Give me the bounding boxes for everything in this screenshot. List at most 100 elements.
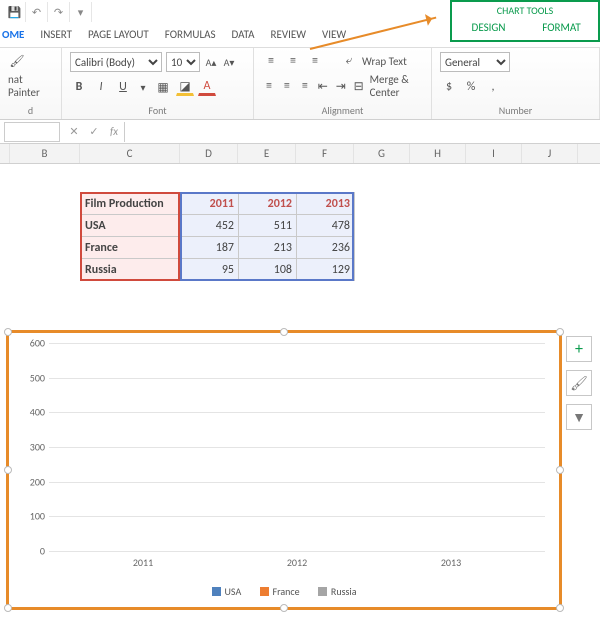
x-tick-label: 2012 (237, 556, 357, 569)
value-cell[interactable]: 236 (297, 237, 355, 259)
table-row: USA 452 511 478 (81, 215, 355, 237)
percent-icon[interactable]: % (462, 78, 480, 96)
row-label-cell[interactable]: USA (81, 215, 181, 237)
merge-icon[interactable]: ⊟ (352, 77, 366, 95)
resize-handle[interactable] (556, 328, 564, 336)
undo-icon[interactable]: ↶ (26, 2, 48, 22)
row-label-cell[interactable]: Russia (81, 259, 181, 281)
group-number-title: Number (440, 102, 591, 117)
tab-data[interactable]: DATA (232, 28, 255, 41)
align-center-icon[interactable]: ≡ (280, 77, 294, 95)
chart-elements-button[interactable]: + (566, 336, 592, 362)
group-alignment: ≡ ≡ ≡ ⤶ Wrap Text ≡ ≡ ≡ ⇤ ⇥ ⊟ Merge & Ce… (254, 48, 432, 119)
shrink-font-icon[interactable]: A▾ (222, 55, 236, 69)
table-row: Film Production 2011 2012 2013 (81, 193, 355, 215)
gridline (49, 551, 545, 552)
cancel-icon[interactable]: ✕ (64, 125, 84, 138)
resize-handle[interactable] (280, 604, 288, 612)
tab-insert[interactable]: INSERT (40, 28, 72, 41)
tab-format[interactable]: FORMAT (525, 17, 598, 40)
resize-handle[interactable] (4, 328, 12, 336)
redo-icon[interactable]: ↷ (48, 2, 70, 22)
grow-font-icon[interactable]: A▴ (204, 55, 218, 69)
value-cell[interactable]: 478 (297, 215, 355, 237)
chart-plot-area[interactable]: 0100200300400500600201120122013 (49, 343, 545, 551)
dropdown-icon[interactable]: ▾ (136, 80, 150, 94)
format-painter-icon[interactable]: 🖌 (8, 52, 26, 70)
col-c[interactable]: C (80, 144, 180, 163)
bold-button[interactable]: B (70, 78, 88, 96)
resize-handle[interactable] (4, 466, 12, 474)
col-g[interactable]: G (354, 144, 410, 163)
legend-label: USA (225, 585, 242, 598)
y-tick-label: 100 (19, 510, 45, 523)
italic-button[interactable]: I (92, 78, 110, 96)
fill-color-icon[interactable]: ◪ (176, 78, 194, 96)
align-left-icon[interactable]: ≡ (262, 77, 276, 95)
value-cell[interactable]: 108 (239, 259, 297, 281)
font-name-select[interactable]: Calibri (Body) (70, 52, 162, 72)
fx-icon[interactable]: fx (104, 125, 124, 138)
value-cell[interactable]: 452 (181, 215, 239, 237)
currency-icon[interactable]: $ (440, 78, 458, 96)
y-tick-label: 500 (19, 371, 45, 384)
enter-icon[interactable]: ✓ (84, 125, 104, 138)
chart-filters-button[interactable]: ▼ (566, 404, 592, 430)
chart-object[interactable]: 0100200300400500600201120122013 USA Fran… (6, 330, 562, 610)
value-cell[interactable]: 129 (297, 259, 355, 281)
value-cell[interactable]: 511 (239, 215, 297, 237)
wrap-text-button[interactable]: Wrap Text (362, 55, 407, 68)
resize-handle[interactable] (556, 466, 564, 474)
increase-indent-icon[interactable]: ⇥ (334, 77, 348, 95)
underline-button[interactable]: U (114, 78, 132, 96)
tab-formulas[interactable]: FORMULAS (165, 28, 216, 41)
year-cell[interactable]: 2011 (181, 193, 239, 215)
col-h[interactable]: H (410, 144, 466, 163)
font-size-select[interactable]: 10 (166, 52, 200, 72)
merge-center-button[interactable]: Merge & Center (370, 73, 423, 99)
tab-page-layout[interactable]: PAGE LAYOUT (88, 28, 149, 41)
formula-bar: ✕ ✓ fx (0, 120, 600, 144)
save-icon[interactable]: 💾 (4, 2, 26, 22)
border-icon[interactable]: ▦ (154, 78, 172, 96)
decrease-indent-icon[interactable]: ⇤ (316, 77, 330, 95)
tab-home[interactable]: OME (2, 28, 24, 41)
tab-review[interactable]: REVIEW (271, 28, 307, 41)
align-top-icon[interactable]: ≡ (262, 52, 280, 70)
resize-handle[interactable] (556, 604, 564, 612)
data-table[interactable]: Film Production 2011 2012 2013 USA 452 5… (80, 192, 355, 281)
row-label-cell[interactable]: France (81, 237, 181, 259)
tab-design[interactable]: DESIGN (452, 17, 525, 40)
col-i[interactable]: I (466, 144, 522, 163)
value-cell[interactable]: 187 (181, 237, 239, 259)
wrap-text-icon[interactable]: ⤶ (340, 52, 358, 70)
y-tick-label: 200 (19, 475, 45, 488)
column-headers: B C D E F G H I J (0, 144, 600, 164)
col-b[interactable]: B (10, 144, 80, 163)
chart-legend[interactable]: USA France Russia (9, 585, 559, 599)
align-right-icon[interactable]: ≡ (298, 77, 312, 95)
chart-styles-button[interactable]: 🖌 (566, 370, 592, 396)
number-format-select[interactable]: General (440, 52, 510, 72)
name-box[interactable] (4, 122, 60, 142)
col-j[interactable]: J (522, 144, 578, 163)
value-cell[interactable]: 95 (181, 259, 239, 281)
legend-swatch-icon (260, 587, 269, 596)
year-cell[interactable]: 2012 (239, 193, 297, 215)
col-f[interactable]: F (296, 144, 354, 163)
year-cell[interactable]: 2013 (297, 193, 355, 215)
font-color-icon[interactable]: A (198, 78, 216, 96)
table-header-cell[interactable]: Film Production (81, 193, 181, 215)
qat-dropdown-icon[interactable]: ▾ (70, 2, 92, 22)
resize-handle[interactable] (280, 328, 288, 336)
align-middle-icon[interactable]: ≡ (284, 52, 302, 70)
select-all-corner[interactable] (0, 144, 10, 163)
format-painter-label[interactable]: nat Painter (8, 73, 53, 99)
resize-handle[interactable] (4, 604, 12, 612)
formula-input[interactable] (124, 122, 600, 142)
col-e[interactable]: E (238, 144, 296, 163)
col-d[interactable]: D (180, 144, 238, 163)
value-cell[interactable]: 213 (239, 237, 297, 259)
comma-icon[interactable]: , (484, 78, 502, 96)
align-bottom-icon[interactable]: ≡ (306, 52, 324, 70)
